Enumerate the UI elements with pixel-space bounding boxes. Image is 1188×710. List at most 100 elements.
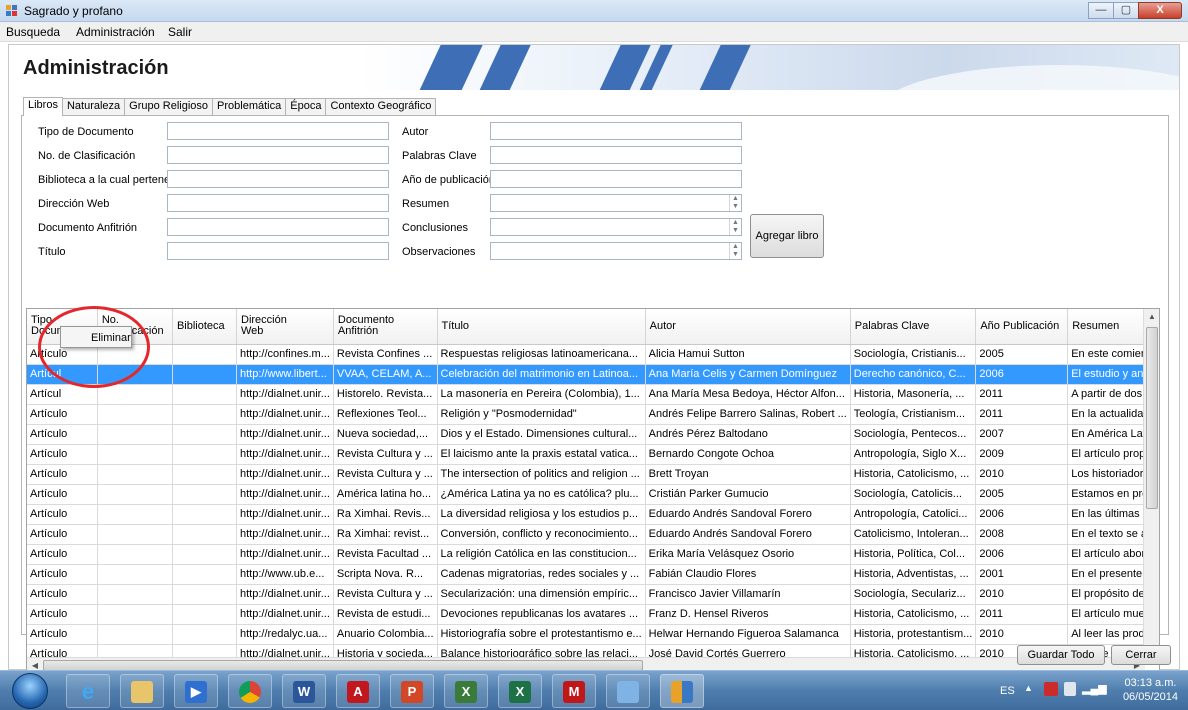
table-cell[interactable] [172,524,238,545]
books-grid[interactable]: Tipo DocumentoNo. ClasificaciónBibliotec… [26,308,1160,674]
table-cell[interactable] [97,484,173,505]
table-cell[interactable]: http://redalyc.ua... [236,624,334,645]
table-cell[interactable] [97,604,173,625]
palabras-clave-field[interactable] [490,146,742,164]
table-cell[interactable]: 2011 [975,384,1069,405]
table-cell[interactable]: Reflexiones Teol... [333,404,438,425]
mcafee-icon[interactable]: M [552,674,596,708]
table-cell[interactable]: 2011 [975,604,1069,625]
table-cell[interactable] [172,404,238,425]
grid-column-header[interactable]: Biblioteca [172,309,238,345]
table-cell[interactable]: Sociología, Catolicis... [850,484,977,505]
table-cell[interactable]: Anuario Colombia... [333,624,438,645]
table-row[interactable]: Artículo http://confines.m... Revista Conf… [27,344,1159,365]
table-cell[interactable]: Erika María Velásquez Osorio [645,544,851,565]
clock[interactable]: 03:13 a.m. 06/05/2014 [1123,676,1178,704]
table-cell[interactable]: Ana María Celis y Carmen Domínguez [645,364,851,385]
table-cell[interactable]: Revista Cultura y ... [333,444,438,465]
grid-vertical-scrollbar[interactable]: ▲ ▼ [1143,309,1159,659]
minimize-button[interactable]: — [1088,2,1114,19]
conclusiones-field[interactable]: ▲ ▼ [490,218,742,236]
table-cell[interactable]: Helwar Hernando Figueroa Salamanca [645,624,851,645]
table-cell[interactable] [172,484,238,505]
language-indicator[interactable]: ES [1000,685,1015,697]
table-cell[interactable]: 2006 [975,504,1069,525]
table-cell[interactable] [97,424,173,445]
direccion-web-field[interactable] [167,194,389,212]
table-cell[interactable] [97,524,173,545]
paint-icon[interactable] [606,674,650,708]
table-cell[interactable]: Teología, Cristianism... [850,404,977,425]
table-cell[interactable]: Historia, protestantism... [850,624,977,645]
table-cell[interactable]: Scripta Nova. R... [333,564,438,585]
table-cell[interactable]: 2005 [975,344,1069,365]
resumen-field[interactable]: ▲ ▼ [490,194,742,212]
table-cell[interactable]: Revista Confines ... [333,344,438,365]
table-cell[interactable]: 2011 [975,404,1069,425]
table-cell[interactable] [172,544,238,565]
table-cell[interactable]: Secularización: una dimensión empíric... [437,584,646,605]
table-cell[interactable]: http://dialnet.unir... [236,544,334,565]
table-row[interactable]: Artículo http://dialnet.unir... Revista Cu… [27,584,1159,605]
observaciones-scroll-arrows-icon[interactable]: ▲ ▼ [729,243,741,259]
table-cell[interactable]: Andrés Pérez Baltodano [645,424,851,445]
tab-problematica[interactable]: Problemática [212,98,287,115]
ie-icon[interactable]: e [66,674,110,708]
table-cell[interactable]: La diversidad religiosa y los estudios p… [437,504,646,525]
table-row[interactable]: Artículo http://dialnet.unir... Revista Cu… [27,464,1159,485]
table-cell[interactable]: Revista de estudi... [333,604,438,625]
table-cell[interactable]: Ra Ximhai: revist... [333,524,438,545]
tab-epoca[interactable]: Época [285,98,327,115]
grid-column-header[interactable]: Autor [645,309,851,345]
grid-column-header[interactable]: Dirección Web [236,309,334,345]
table-cell[interactable]: Eduardo Andrés Sandoval Forero [645,524,851,545]
table-cell[interactable]: Ra Ximhai. Revis... [333,504,438,525]
table-cell[interactable]: 2001 [975,564,1069,585]
table-row[interactable]: Artículo http://www.ub.e... Scripta Nova. … [27,564,1159,585]
word-icon[interactable]: W [282,674,326,708]
table-cell[interactable]: Historia, Política, Col... [850,544,977,565]
table-cell[interactable]: Historia, Catolicismo, ... [850,464,977,485]
tab-grupo-religioso[interactable]: Grupo Religioso [124,98,214,115]
table-cell[interactable]: Francisco Javier Villamarín [645,584,851,605]
table-cell[interactable]: Derecho canónico, C... [850,364,977,385]
chrome-icon[interactable] [228,674,272,708]
table-cell[interactable]: Artículo [27,444,98,465]
table-cell[interactable] [97,564,173,585]
table-cell[interactable]: Historelo. Revista... [333,384,438,405]
agregar-libro-button[interactable]: Agregar libro [750,214,824,258]
close-window-button[interactable]: X [1138,2,1182,19]
table-cell[interactable]: Historia, Masonería, ... [850,384,977,405]
table-cell[interactable]: VVAA, CELAM, A... [333,364,438,385]
cerrar-button[interactable]: Cerrar [1111,645,1171,665]
table-cell[interactable]: Religión y "Posmodernidad" [437,404,646,425]
table-cell[interactable]: Conversión, conflicto y reconocimiento..… [437,524,646,545]
titulo-field[interactable] [167,242,389,260]
table-cell[interactable] [97,384,173,405]
table-cell[interactable] [97,404,173,425]
table-cell[interactable]: Catolicismo, Intoleran... [850,524,977,545]
table-cell[interactable]: Nueva sociedad,... [333,424,438,445]
table-cell[interactable]: Artículo [27,484,98,505]
table-cell[interactable] [172,364,238,385]
start-button-icon[interactable] [12,673,48,709]
table-cell[interactable]: América latina ho... [333,484,438,505]
table-cell[interactable]: Brett Troyan [645,464,851,485]
ano-publicacion-field[interactable] [490,170,742,188]
table-cell[interactable]: Artículo [27,464,98,485]
table-cell[interactable]: Fabián Claudio Flores [645,564,851,585]
table-cell[interactable]: Artículo [27,524,98,545]
table-cell[interactable]: 2008 [975,524,1069,545]
table-row[interactable]: Artícul http://www.libert... VVAA, CELAM, … [27,364,1159,385]
table-row[interactable]: Artículo http://dialnet.unir... Revista de… [27,604,1159,625]
table-cell[interactable]: Dios y el Estado. Dimensiones cultural..… [437,424,646,445]
table-cell[interactable] [97,544,173,565]
table-cell[interactable]: Artículo [27,404,98,425]
tab-naturaleza[interactable]: Naturaleza [61,98,126,115]
table-row[interactable]: Artículo http://dialnet.unir... América la… [27,484,1159,505]
table-cell[interactable]: 2009 [975,444,1069,465]
table-cell[interactable] [172,384,238,405]
table-cell[interactable] [172,604,238,625]
grid-column-header[interactable]: Documento Anfitrión [333,309,438,345]
app-icon[interactable] [660,674,704,708]
